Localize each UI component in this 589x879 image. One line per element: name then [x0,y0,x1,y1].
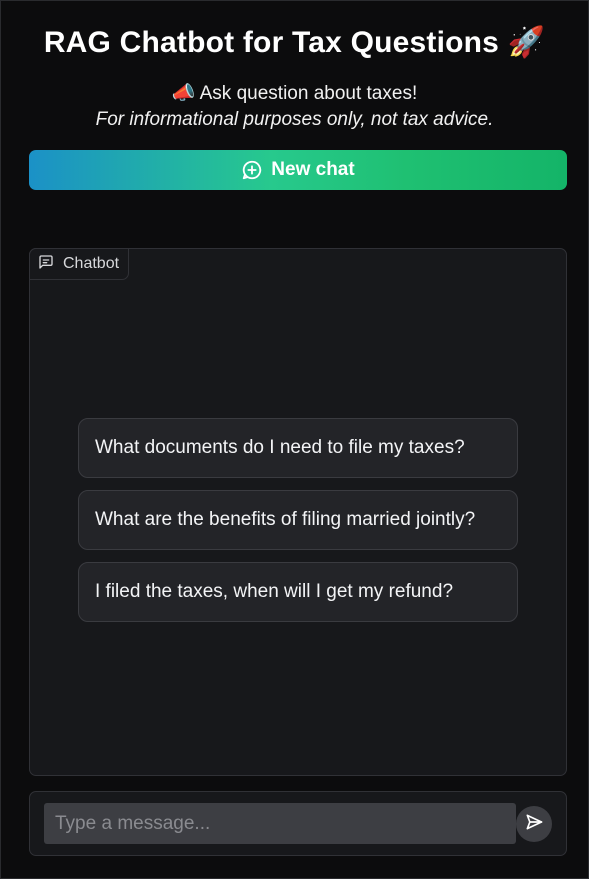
example-question[interactable]: What documents do I need to file my taxe… [78,418,518,478]
plus-circle-icon [241,159,263,181]
message-input[interactable] [44,803,516,844]
app-window: RAG Chatbot for Tax Questions 🚀 📣 Ask qu… [0,0,589,879]
new-chat-button[interactable]: New chat [29,150,567,190]
disclaimer-text: For informational purposes only, not tax… [95,109,494,130]
chatbot-panel: Chatbot What documents do I need to file… [29,248,567,776]
page-title: RAG Chatbot for Tax Questions 🚀 [43,26,546,59]
chat-bubble-icon [38,254,54,275]
new-chat-label: New chat [271,159,355,180]
chatbot-label: Chatbot [63,255,120,272]
page-subtitle: 📣 Ask question about taxes! [171,83,418,104]
message-composer [29,791,567,856]
example-question[interactable]: What are the benefits of filing married … [78,490,518,550]
chatbot-label-badge: Chatbot [29,248,130,280]
example-question[interactable]: I filed the taxes, when will I get my re… [78,562,518,622]
send-icon [524,812,544,837]
send-button[interactable] [516,806,552,842]
example-questions: What documents do I need to file my taxe… [78,418,518,634]
